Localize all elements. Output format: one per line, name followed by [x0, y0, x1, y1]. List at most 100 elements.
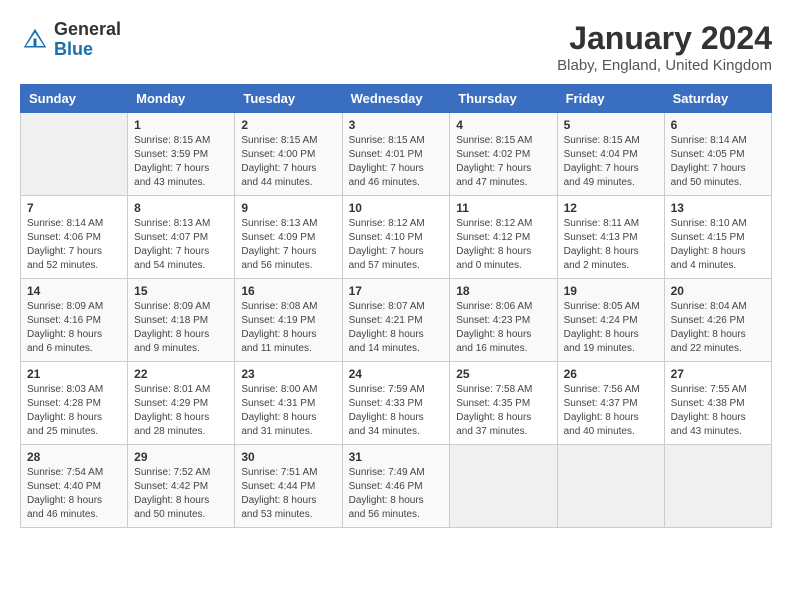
- cell-content: Sunrise: 8:08 AM Sunset: 4:19 PM Dayligh…: [241, 300, 335, 356]
- day-number: 15: [134, 284, 228, 298]
- calendar-cell: 21 Sunrise: 8:03 AM Sunset: 4:28 PM Dayli…: [21, 362, 128, 445]
- cell-content: Sunrise: 7:56 AM Sunset: 4:37 PM Dayligh…: [564, 383, 658, 439]
- calendar-cell: 7 Sunrise: 8:14 AM Sunset: 4:06 PM Daylig…: [21, 196, 128, 279]
- weekday-header-tuesday: Tuesday: [235, 85, 342, 113]
- calendar-cell: 30 Sunrise: 7:51 AM Sunset: 4:44 PM Dayli…: [235, 445, 342, 528]
- calendar-cell: [557, 445, 664, 528]
- calendar-cell: 26 Sunrise: 7:56 AM Sunset: 4:37 PM Dayli…: [557, 362, 664, 445]
- calendar-cell: 3 Sunrise: 8:15 AM Sunset: 4:01 PM Daylig…: [342, 113, 450, 196]
- day-number: 9: [241, 201, 335, 215]
- calendar-cell: 14 Sunrise: 8:09 AM Sunset: 4:16 PM Dayli…: [21, 279, 128, 362]
- calendar-cell: 27 Sunrise: 7:55 AM Sunset: 4:38 PM Dayli…: [664, 362, 771, 445]
- calendar-cell: 2Sunrise: 8:15 AM Sunset: 4:00 PM Daylig…: [235, 113, 342, 196]
- title-block: January 2024 Blaby, England, United King…: [557, 20, 772, 74]
- weekday-header-friday: Friday: [557, 85, 664, 113]
- day-number: 24: [349, 367, 444, 381]
- calendar-cell: 28 Sunrise: 7:54 AM Sunset: 4:40 PM Dayli…: [21, 445, 128, 528]
- cell-content: Sunrise: 8:07 AM Sunset: 4:21 PM Dayligh…: [349, 300, 444, 356]
- calendar-cell: [21, 113, 128, 196]
- cell-content: Sunrise: 8:15 AM Sunset: 4:04 PM Dayligh…: [564, 134, 658, 190]
- day-number: 1: [134, 118, 228, 132]
- calendar-cell: 23Sunrise: 8:00 AM Sunset: 4:31 PM Dayli…: [235, 362, 342, 445]
- calendar-cell: 31 Sunrise: 7:49 AM Sunset: 4:46 PM Dayli…: [342, 445, 450, 528]
- day-number: 16: [241, 284, 335, 298]
- calendar-cell: 15 Sunrise: 8:09 AM Sunset: 4:18 PM Dayli…: [128, 279, 235, 362]
- calendar-cell: 29Sunrise: 7:52 AM Sunset: 4:42 PM Dayli…: [128, 445, 235, 528]
- calendar-cell: 4 Sunrise: 8:15 AM Sunset: 4:02 PM Daylig…: [450, 113, 557, 196]
- calendar-cell: 17 Sunrise: 8:07 AM Sunset: 4:21 PM Dayli…: [342, 279, 450, 362]
- day-number: 19: [564, 284, 658, 298]
- cell-content: Sunrise: 8:03 AM Sunset: 4:28 PM Dayligh…: [27, 383, 121, 439]
- location: Blaby, England, United Kingdom: [557, 57, 772, 74]
- weekday-header-monday: Monday: [128, 85, 235, 113]
- cell-content: Sunrise: 8:09 AM Sunset: 4:18 PM Dayligh…: [134, 300, 228, 356]
- cell-content: Sunrise: 7:58 AM Sunset: 4:35 PM Dayligh…: [456, 383, 550, 439]
- cell-content: Sunrise: 7:54 AM Sunset: 4:40 PM Dayligh…: [27, 466, 121, 522]
- cell-content: Sunrise: 8:11 AM Sunset: 4:13 PM Dayligh…: [564, 217, 658, 273]
- day-number: 4: [456, 118, 550, 132]
- cell-content: Sunrise: 8:15 AM Sunset: 3:59 PM Dayligh…: [134, 134, 228, 190]
- cell-content: Sunrise: 8:05 AM Sunset: 4:24 PM Dayligh…: [564, 300, 658, 356]
- calendar-cell: 10 Sunrise: 8:12 AM Sunset: 4:10 PM Dayli…: [342, 196, 450, 279]
- cell-content: Sunrise: 8:04 AM Sunset: 4:26 PM Dayligh…: [671, 300, 765, 356]
- calendar-table: SundayMondayTuesdayWednesdayThursdayFrid…: [20, 84, 772, 528]
- calendar-cell: 1 Sunrise: 8:15 AM Sunset: 3:59 PM Daylig…: [128, 113, 235, 196]
- day-number: 7: [27, 201, 121, 215]
- day-number: 27: [671, 367, 765, 381]
- day-number: 30: [241, 450, 335, 464]
- day-number: 10: [349, 201, 444, 215]
- cell-content: Sunrise: 8:15 AM Sunset: 4:01 PM Dayligh…: [349, 134, 444, 190]
- day-number: 21: [27, 367, 121, 381]
- calendar-cell: 13Sunrise: 8:10 AM Sunset: 4:15 PM Dayli…: [664, 196, 771, 279]
- cell-content: Sunrise: 7:52 AM Sunset: 4:42 PM Dayligh…: [134, 466, 228, 522]
- day-number: 18: [456, 284, 550, 298]
- logo-icon: [20, 25, 50, 55]
- calendar-cell: 24 Sunrise: 7:59 AM Sunset: 4:33 PM Dayli…: [342, 362, 450, 445]
- calendar-week-1: 1 Sunrise: 8:15 AM Sunset: 3:59 PM Daylig…: [21, 113, 772, 196]
- cell-content: Sunrise: 8:12 AM Sunset: 4:10 PM Dayligh…: [349, 217, 444, 273]
- day-number: 11: [456, 201, 550, 215]
- day-number: 3: [349, 118, 444, 132]
- day-number: 14: [27, 284, 121, 298]
- cell-content: Sunrise: 8:12 AM Sunset: 4:12 PM Dayligh…: [456, 217, 550, 273]
- day-number: 17: [349, 284, 444, 298]
- cell-content: Sunrise: 7:51 AM Sunset: 4:44 PM Dayligh…: [241, 466, 335, 522]
- calendar-cell: 16 Sunrise: 8:08 AM Sunset: 4:19 PM Dayli…: [235, 279, 342, 362]
- calendar-cell: 5Sunrise: 8:15 AM Sunset: 4:04 PM Daylig…: [557, 113, 664, 196]
- cell-content: Sunrise: 7:49 AM Sunset: 4:46 PM Dayligh…: [349, 466, 444, 522]
- day-number: 31: [349, 450, 444, 464]
- calendar-cell: 22Sunrise: 8:01 AM Sunset: 4:29 PM Dayli…: [128, 362, 235, 445]
- calendar-cell: 25 Sunrise: 7:58 AM Sunset: 4:35 PM Dayli…: [450, 362, 557, 445]
- day-number: 6: [671, 118, 765, 132]
- cell-content: Sunrise: 8:13 AM Sunset: 4:07 PM Dayligh…: [134, 217, 228, 273]
- calendar-cell: 6Sunrise: 8:14 AM Sunset: 4:05 PM Daylig…: [664, 113, 771, 196]
- cell-content: Sunrise: 8:09 AM Sunset: 4:16 PM Dayligh…: [27, 300, 121, 356]
- calendar-cell: [450, 445, 557, 528]
- calendar-week-5: 28 Sunrise: 7:54 AM Sunset: 4:40 PM Dayli…: [21, 445, 772, 528]
- weekday-header-wednesday: Wednesday: [342, 85, 450, 113]
- page-header: General Blue January 2024 Blaby, England…: [20, 20, 772, 74]
- calendar-cell: 20 Sunrise: 8:04 AM Sunset: 4:26 PM Dayli…: [664, 279, 771, 362]
- day-number: 8: [134, 201, 228, 215]
- cell-content: Sunrise: 7:59 AM Sunset: 4:33 PM Dayligh…: [349, 383, 444, 439]
- logo-general: General: [54, 19, 121, 39]
- day-number: 25: [456, 367, 550, 381]
- weekday-header-sunday: Sunday: [21, 85, 128, 113]
- cell-content: Sunrise: 8:13 AM Sunset: 4:09 PM Dayligh…: [241, 217, 335, 273]
- calendar-cell: 9 Sunrise: 8:13 AM Sunset: 4:09 PM Daylig…: [235, 196, 342, 279]
- cell-content: Sunrise: 8:14 AM Sunset: 4:06 PM Dayligh…: [27, 217, 121, 273]
- cell-content: Sunrise: 8:06 AM Sunset: 4:23 PM Dayligh…: [456, 300, 550, 356]
- cell-content: Sunrise: 7:55 AM Sunset: 4:38 PM Dayligh…: [671, 383, 765, 439]
- day-number: 26: [564, 367, 658, 381]
- calendar-week-2: 7 Sunrise: 8:14 AM Sunset: 4:06 PM Daylig…: [21, 196, 772, 279]
- day-number: 28: [27, 450, 121, 464]
- cell-content: Sunrise: 8:01 AM Sunset: 4:29 PM Dayligh…: [134, 383, 228, 439]
- weekday-header-saturday: Saturday: [664, 85, 771, 113]
- cell-content: Sunrise: 8:15 AM Sunset: 4:00 PM Dayligh…: [241, 134, 335, 190]
- calendar-header-row: SundayMondayTuesdayWednesdayThursdayFrid…: [21, 85, 772, 113]
- cell-content: Sunrise: 8:15 AM Sunset: 4:02 PM Dayligh…: [456, 134, 550, 190]
- weekday-header-thursday: Thursday: [450, 85, 557, 113]
- day-number: 20: [671, 284, 765, 298]
- calendar-cell: 11 Sunrise: 8:12 AM Sunset: 4:12 PM Dayli…: [450, 196, 557, 279]
- calendar-cell: 12Sunrise: 8:11 AM Sunset: 4:13 PM Dayli…: [557, 196, 664, 279]
